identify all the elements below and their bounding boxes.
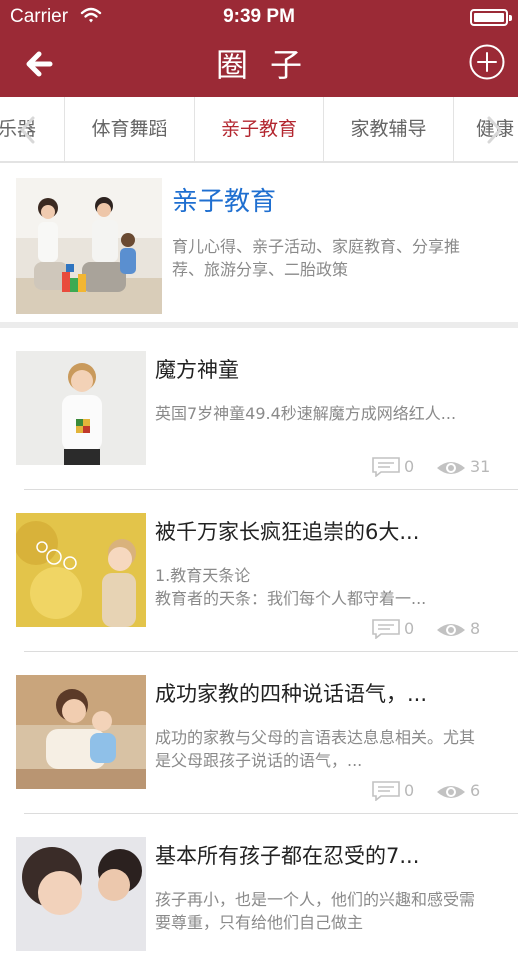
comment-icon xyxy=(372,457,400,477)
eye-icon xyxy=(437,786,465,798)
tab-tutoring[interactable]: 家教辅导 xyxy=(324,97,454,161)
article-thumbnail xyxy=(16,513,146,627)
article-thumbnail xyxy=(16,837,146,951)
list-item[interactable]: 成功家教的四种说话语气，... 成功的家教与父母的言语表达息息相关。尤其是父母跟… xyxy=(0,652,518,814)
article-stats: 0 31 xyxy=(370,455,500,479)
article-title: 魔方神童 xyxy=(155,358,239,382)
article-thumbnail xyxy=(16,351,146,465)
list-item[interactable]: 被千万家长疯狂追崇的6大... 1.教育天条论 教育者的天条：我们每个人都守着一… xyxy=(0,490,518,652)
comment-icon xyxy=(372,619,400,639)
view-count: 6 xyxy=(470,781,481,800)
eye-icon xyxy=(437,624,465,636)
comment-count: 0 xyxy=(404,781,415,800)
article-excerpt: 1.教育天条论 教育者的天条：我们每个人都守着一... xyxy=(155,566,427,608)
tab-parenting[interactable]: 亲子教育 xyxy=(195,97,324,161)
chevron-right-icon[interactable] xyxy=(484,115,504,145)
article-thumbnail xyxy=(16,675,146,789)
article-excerpt: 成功的家教与父母的言语表达息息相关。尤其是父母跟孩子说话的语气，... xyxy=(155,728,476,770)
article-title: 基本所有孩子都在忍受的7... xyxy=(155,844,420,868)
family-photo xyxy=(16,178,162,314)
category-tabs: 乐器 体育舞蹈 亲子教育 家教辅导 健康 xyxy=(0,97,518,163)
chevron-left-icon[interactable] xyxy=(18,115,38,145)
plus-circle-icon[interactable] xyxy=(469,44,505,80)
battery-icon xyxy=(470,9,512,26)
status-bar: Carrier 9:39 PM xyxy=(0,0,518,34)
article-stats: 0 8 xyxy=(370,617,500,641)
featured-title: 亲子教育 xyxy=(172,187,277,217)
comment-icon xyxy=(372,781,400,801)
clock: 9:39 PM xyxy=(223,6,295,27)
view-count: 31 xyxy=(470,457,491,476)
comment-count: 0 xyxy=(404,457,415,476)
view-count: 8 xyxy=(470,619,481,638)
list-item[interactable]: 基本所有孩子都在忍受的7... 孩子再小，也是一个人，他们的兴趣和感受需要尊重，… xyxy=(0,814,518,976)
article-excerpt: 孩子再小，也是一个人，他们的兴趣和感受需要尊重，只有给他们自己做主 xyxy=(155,890,476,932)
featured-description: 育儿心得、亲子活动、家庭教育、分享推荐、旅游分享、二胎政策 xyxy=(172,237,461,279)
article-title: 被千万家长疯狂追崇的6大... xyxy=(155,520,420,544)
tab-sports-dance[interactable]: 体育舞蹈 xyxy=(65,97,195,161)
list-item[interactable]: 魔方神童 英国7岁神童49.4秒速解魔方成网络红人... 0 31 xyxy=(0,328,518,490)
page-title: 圈子 xyxy=(215,46,324,84)
nav-header: Carrier 9:39 PM 圈子 xyxy=(0,0,518,97)
eye-icon xyxy=(437,462,465,474)
article-excerpt: 英国7岁神童49.4秒速解魔方成网络红人... xyxy=(155,404,457,423)
featured-category[interactable]: 亲子教育 育儿心得、亲子活动、家庭教育、分享推荐、旅游分享、二胎政策 xyxy=(0,163,518,328)
article-title: 成功家教的四种说话语气，... xyxy=(155,682,428,706)
article-stats: 0 6 xyxy=(370,779,500,803)
comment-count: 0 xyxy=(404,619,415,638)
